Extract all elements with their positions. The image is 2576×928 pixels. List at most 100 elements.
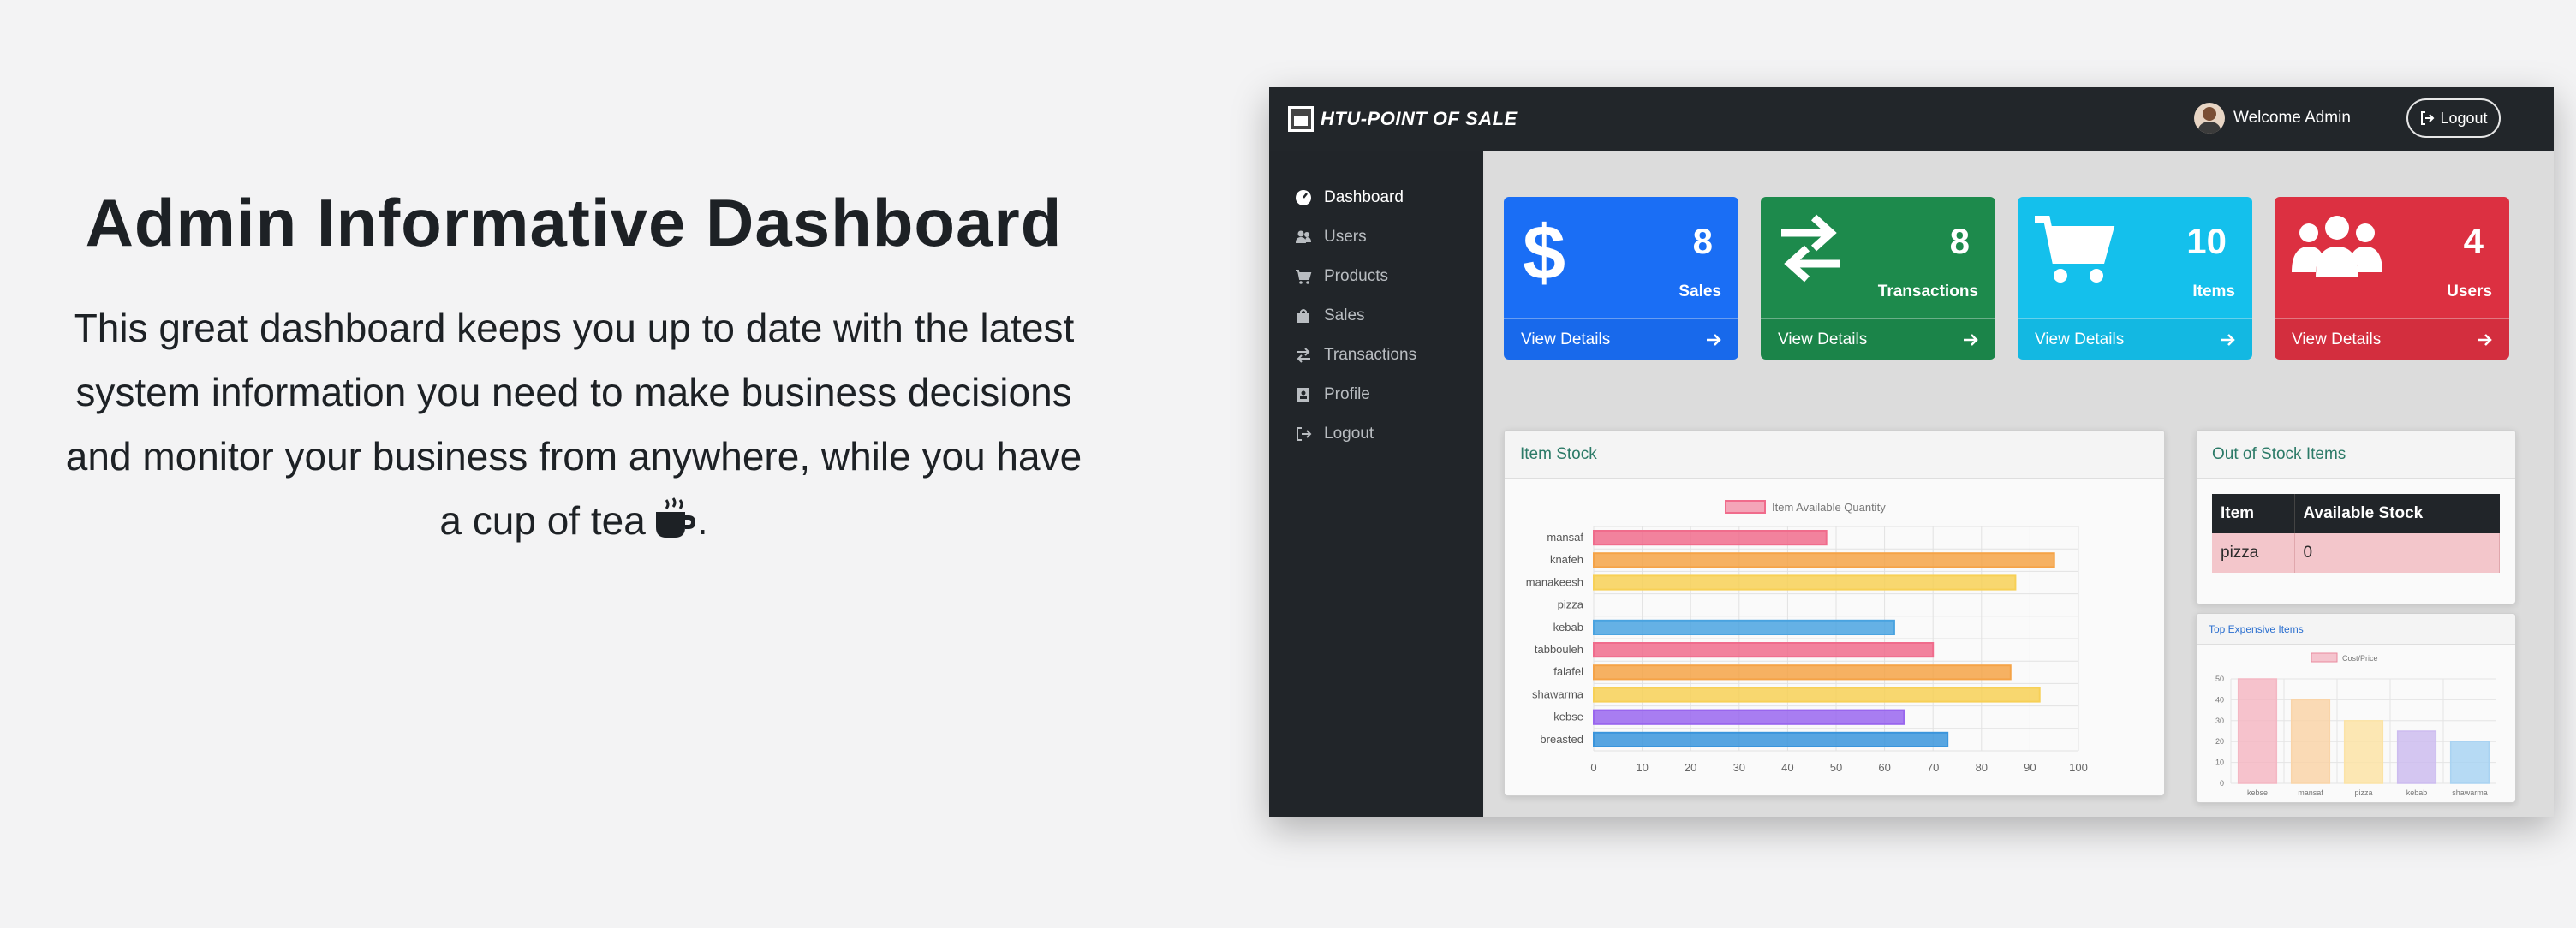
sidebar-item-logout[interactable]: Logout (1269, 414, 1483, 454)
sidebar-item-label: Dashboard (1324, 188, 1404, 206)
view-details-label: View Details (2035, 330, 2125, 348)
welcome-text: Welcome Admin (2233, 109, 2351, 127)
y-tick-label: pizza (1558, 598, 1584, 611)
x-tick-label: kebse (2247, 788, 2268, 797)
arrow-right-icon (1964, 333, 1978, 346)
x-tick-label: 50 (1830, 761, 1842, 774)
promo-period: . (696, 498, 708, 543)
x-tick-label: mansaf (2298, 788, 2323, 797)
x-tick-label: 100 (2069, 761, 2088, 774)
y-tick-label: 10 (2215, 758, 2224, 767)
users-icon (1295, 229, 1312, 246)
table-row[interactable]: pizza 0 (2212, 533, 2500, 573)
x-tick-label: 40 (1781, 761, 1793, 774)
legend-swatch (2311, 652, 2338, 663)
y-tick-label: kebse (1553, 711, 1583, 723)
coffee-cup-icon (653, 496, 697, 560)
logout-button[interactable]: Logout (2406, 98, 2501, 138)
bar (2396, 730, 2437, 784)
logout-label: Logout (2440, 109, 2488, 127)
y-tick-label: falafel (1553, 665, 1583, 678)
x-tick-label: 10 (1636, 761, 1648, 774)
legend-label: Cost/Price (2342, 654, 2378, 663)
sidebar-item-sales[interactable]: Sales (1269, 296, 1483, 336)
x-tick-label: 70 (1927, 761, 1939, 774)
avatar (2194, 103, 2225, 134)
sidebar-item-label: Profile (1324, 385, 1370, 403)
brand[interactable]: HTU-POINT OF SALE (1288, 106, 1518, 132)
users-icon (2290, 212, 2384, 285)
users-count: 4 (2463, 221, 2484, 261)
bar (1593, 552, 2055, 568)
users-label: Users (2447, 283, 2492, 300)
sidebar-item-dashboard[interactable]: Dashboard (1269, 178, 1483, 217)
sidebar-item-transactions[interactable]: Transactions (1269, 336, 1483, 375)
transactions-view-details[interactable]: View Details (1761, 318, 1995, 360)
bar (1593, 574, 2017, 591)
promo-section: Admin Informative Dashboard This great d… (51, 184, 1096, 560)
y-tick-label: kebab (1553, 621, 1583, 634)
sidebar: Dashboard Users Products Sales Transacti… (1269, 151, 1483, 817)
y-tick-label: 50 (2215, 675, 2224, 683)
table-header-item: Item (2212, 494, 2295, 533)
bar (1593, 664, 2012, 681)
card-sales: $ 8 Sales View Details (1504, 197, 1738, 360)
bar (1593, 731, 1949, 747)
x-tick-label: 90 (2024, 761, 2036, 774)
arrow-right-icon (2221, 333, 2235, 346)
svg-text:$: $ (1523, 212, 1565, 289)
cart-icon (1295, 268, 1312, 285)
legend-swatch (1725, 500, 1766, 514)
users-view-details[interactable]: View Details (2275, 318, 2509, 360)
sales-count: 8 (1692, 221, 1713, 261)
items-label: Items (2192, 283, 2235, 300)
bar (1593, 687, 2041, 703)
out-of-stock-table: Item Available Stock pizza 0 (2212, 494, 2500, 573)
sidebar-item-label: Transactions (1324, 346, 1417, 364)
item-stock-title: Item Stock (1505, 431, 2164, 479)
main-content: $ 8 Sales View Details 8 Transactions Vi… (1485, 151, 2554, 817)
id-card-icon (1295, 386, 1312, 403)
x-tick-label: pizza (2354, 788, 2372, 797)
cart-icon (2033, 212, 2115, 292)
dollar-icon: $ (1519, 211, 1571, 296)
bag-icon (1295, 307, 1312, 324)
promo-text: This great dashboard keeps you up to dat… (51, 296, 1096, 560)
bar (2290, 699, 2331, 784)
bar (1593, 642, 1935, 658)
table-header-available-stock: Available Stock (2294, 494, 2500, 533)
bar (1593, 709, 1905, 725)
out-of-stock-panel: Out of Stock Items Item Available Stock … (2196, 430, 2516, 604)
item-stock-panel: Item Stock Item Available Quantity 0 10 20 3… (1504, 430, 2165, 796)
card-users: 4 Users View Details (2275, 197, 2509, 360)
sidebar-item-users[interactable]: Users (1269, 217, 1483, 257)
user-menu[interactable]: Welcome Admin (2194, 103, 2351, 134)
sidebar-item-profile[interactable]: Profile (1269, 375, 1483, 414)
arrow-right-icon (1707, 333, 1721, 346)
card-transactions: 8 Transactions View Details (1761, 197, 1995, 360)
items-count: 10 (2186, 221, 2227, 261)
card-items: 10 Items View Details (2018, 197, 2252, 360)
stock-cell: 0 (2294, 533, 2500, 573)
sales-view-details[interactable]: View Details (1504, 318, 1738, 360)
store-logo-icon (1288, 106, 1314, 132)
legend-label: Item Available Quantity (1772, 501, 1886, 514)
x-tick-label: 0 (1590, 761, 1596, 774)
item-stock-chart: Item Available Quantity 0 10 20 30 40 50 60 70 80… (1526, 500, 2088, 774)
sidebar-item-label: Sales (1324, 306, 1365, 324)
y-tick-label: 0 (2220, 779, 2224, 788)
transactions-label: Transactions (1877, 283, 1978, 300)
promo-title: Admin Informative Dashboard (85, 185, 1063, 260)
x-tick-label: 20 (1685, 761, 1696, 774)
view-details-label: View Details (1778, 330, 1868, 348)
top-expensive-chart: Cost/Price 0 10 20 30 40 50 kebse mansaf pizza keb… (2215, 652, 2496, 797)
transactions-count: 8 (1949, 221, 1970, 261)
y-tick-label: mansaf (1547, 531, 1583, 544)
sidebar-item-label: Products (1324, 267, 1388, 285)
items-view-details[interactable]: View Details (2018, 318, 2252, 360)
dashboard-screenshot: HTU-POINT OF SALE Welcome Admin Logout D… (1269, 87, 2554, 817)
sidebar-item-products[interactable]: Products (1269, 257, 1483, 296)
exchange-icon (1776, 212, 1845, 289)
y-tick-label: 40 (2215, 695, 2224, 704)
y-tick-label: manakeesh (1526, 575, 1583, 588)
